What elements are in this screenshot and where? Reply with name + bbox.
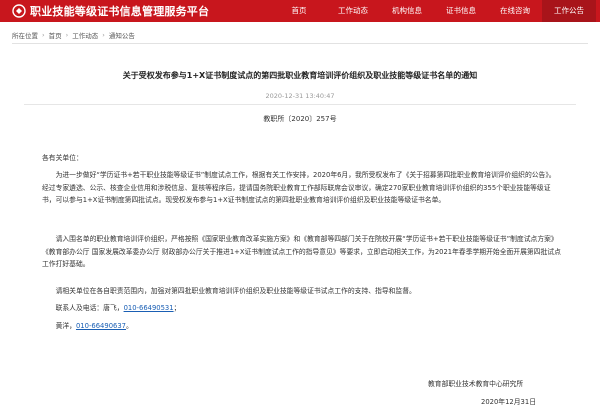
contact-line-1-end: ； <box>173 304 181 312</box>
main-nav: 首页 工作动态 机构信息 证书信息 在线咨询 工作公告 <box>272 0 596 22</box>
paragraph-3: 请相关单位在各自职责范围内，加强对第四批职业教育培训评价组织及职业技能等级证书试… <box>55 287 416 295</box>
salutation: 各有关单位： <box>42 154 83 162</box>
contact-person-2: 黄洋， <box>55 322 76 330</box>
site-logo-icon <box>12 4 26 18</box>
breadcrumb-notices[interactable]: 通知公告 <box>109 30 135 40</box>
breadcrumb: 所在位置 › 首页 › 工作动态 › 通知公告 <box>12 30 135 40</box>
breadcrumb-separator: › <box>102 31 105 39</box>
nav-item-announcements[interactable]: 工作公告 <box>542 0 596 22</box>
article-date: 2020-12-31 13:40:47 <box>265 92 335 100</box>
document-number: 教职所〔2020〕257号 <box>263 115 337 123</box>
contact-line-2: 黄洋，010-66490637。 <box>42 320 562 333</box>
nav-item-institutions[interactable]: 机构信息 <box>380 0 434 22</box>
contact-phone-1-link[interactable]: 010-66490531 <box>124 304 174 312</box>
contact-person-1: 唐飞， <box>103 304 124 312</box>
paragraph-1: 为进一步做好“学历证书+若干职业技能等级证书”制度试点工作，根据有关工作安排，2… <box>42 171 556 204</box>
signature-organization: 教育部职业技术教育中心研究所 <box>428 380 524 388</box>
title-divider <box>24 104 576 105</box>
breadcrumb-separator: › <box>65 31 69 39</box>
nav-item-certificates[interactable]: 证书信息 <box>434 0 488 22</box>
nav-item-work-news[interactable]: 工作动态 <box>326 0 380 22</box>
site-title: 职业技能等级证书信息管理服务平台 <box>30 5 210 18</box>
signature-date: 2020年12月31日 <box>481 398 536 406</box>
contact-label: 联系人及电话： <box>55 304 104 312</box>
nav-item-consult[interactable]: 在线咨询 <box>488 0 542 22</box>
nav-item-home[interactable]: 首页 <box>272 0 326 22</box>
top-header: 职业技能等级证书信息管理服务平台 首页 工作动态 机构信息 证书信息 在线咨询 … <box>0 0 600 22</box>
paragraph-2: 请入围名单的职业教育培训评价组织，严格按照《国家职业教育改革实施方案》和《教育部… <box>42 235 561 268</box>
breadcrumb-home[interactable]: 首页 <box>49 30 62 40</box>
breadcrumb-separator: › <box>42 31 45 39</box>
site-logo[interactable]: 职业技能等级证书信息管理服务平台 <box>12 0 209 22</box>
breadcrumb-work-news[interactable]: 工作动态 <box>72 30 98 40</box>
contact-line-1: 联系人及电话：唐飞，010-66490531； <box>42 302 562 315</box>
breadcrumb-divider <box>12 43 588 44</box>
contact-phone-2-link[interactable]: 010-66490637 <box>76 322 126 330</box>
breadcrumb-prefix: 所在位置 <box>12 32 38 40</box>
contact-line-2-end: 。 <box>126 322 133 330</box>
article-title: 关于受权发布参与1+X证书制度试点的第四批职业教育培训评价组织及职业技能等级证书… <box>122 71 478 80</box>
